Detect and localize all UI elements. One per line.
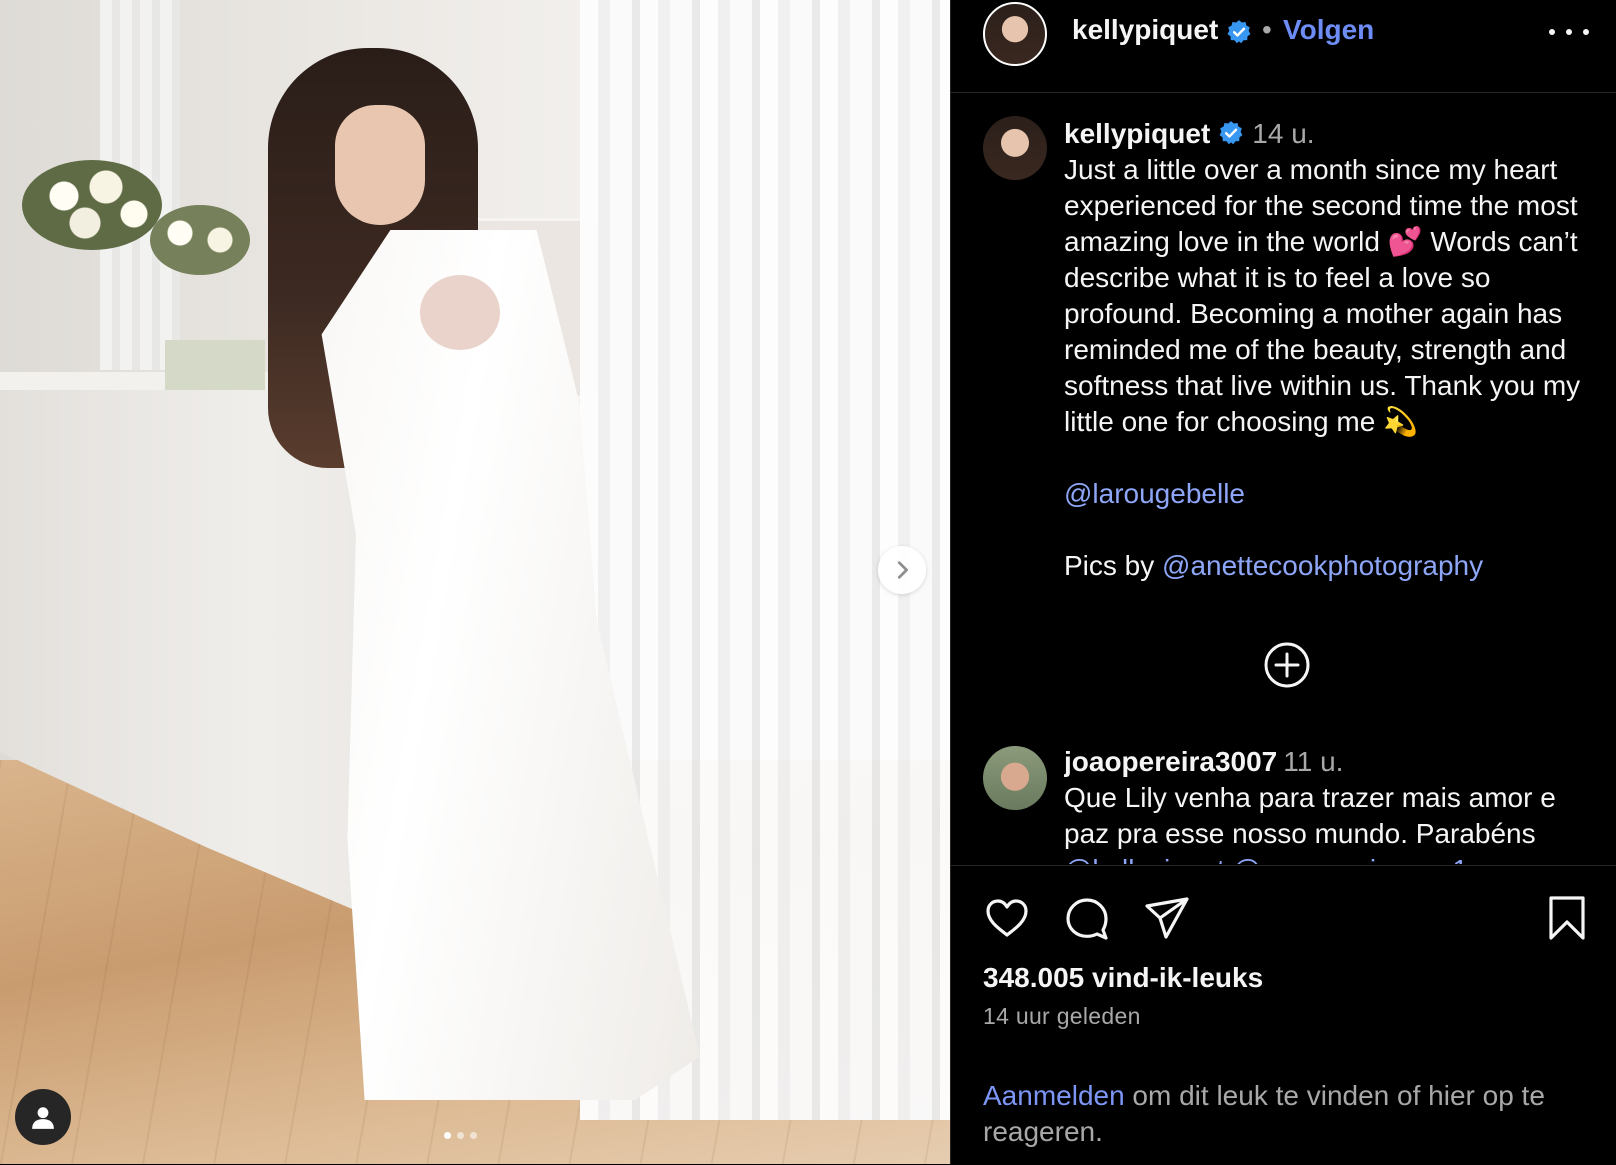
mention-link[interactable]: @kellypiquet @moraes_jose_a1	[1064, 854, 1468, 864]
photo-baby	[420, 275, 500, 350]
likes-count[interactable]: 348.005 vind-ik-leuks	[983, 962, 1263, 994]
bookmark-icon	[1549, 896, 1585, 940]
header-separator: •	[1262, 14, 1272, 45]
avatar[interactable]	[983, 746, 1047, 810]
mention-link[interactable]: @larougebelle	[1064, 478, 1245, 509]
photo-face	[335, 105, 425, 225]
plus-circle-icon	[1264, 642, 1310, 688]
caption-username[interactable]: kellypiquet	[1064, 118, 1210, 149]
comment-text: Que Lily venha para trazer mais amor e p…	[1064, 782, 1556, 849]
save-button[interactable]	[1543, 894, 1591, 942]
post-photo[interactable]	[0, 0, 950, 1164]
follow-button[interactable]: Volgen	[1283, 14, 1374, 46]
like-button[interactable]	[983, 894, 1031, 942]
mention-link[interactable]: @anettecookphotography	[1162, 550, 1483, 581]
post-header: kellypiquet • Volgen	[951, 0, 1616, 93]
comment-item: joaopereira3007 11 u. Que Lily venha para…	[1064, 744, 1594, 864]
speech-bubble-icon	[1066, 898, 1108, 940]
post-timestamp[interactable]: 14 uur geleden	[983, 1003, 1141, 1030]
tagged-users-button[interactable]	[15, 1089, 71, 1145]
photo-flowers	[22, 160, 162, 250]
more-options-icon	[1549, 29, 1555, 35]
avatar[interactable]	[983, 116, 1047, 180]
load-more-comments-button[interactable]	[1263, 641, 1311, 689]
login-link[interactable]: Aanmelden	[983, 1080, 1125, 1111]
comment-time[interactable]: 11 u.	[1283, 746, 1343, 777]
verified-badge-icon	[1227, 19, 1251, 43]
carousel-dot	[457, 1132, 464, 1139]
caption-text: Just a little over a month since my hear…	[1064, 154, 1581, 437]
carousel-next-button[interactable]	[878, 546, 926, 594]
login-prompt: Aanmelden om dit leuk te vinden of hier …	[983, 1078, 1583, 1150]
comment-button[interactable]	[1063, 894, 1111, 942]
post-caption: kellypiquet 14 u. Just a little over a m…	[1064, 116, 1594, 584]
comment-username[interactable]: joaopereira3007	[1064, 746, 1277, 777]
chevron-right-icon	[897, 561, 908, 579]
carousel-dot	[470, 1132, 477, 1139]
credit-prefix: Pics by	[1064, 550, 1163, 581]
post-side-panel: kellypiquet • Volgen kellypiquet 14 u. J…	[950, 0, 1616, 1165]
caption-time[interactable]: 14 u.	[1252, 118, 1314, 149]
heart-icon	[986, 899, 1028, 937]
avatar[interactable]	[983, 2, 1047, 66]
carousel-dot	[444, 1132, 451, 1139]
share-button[interactable]	[1143, 894, 1191, 942]
header-username[interactable]: kellypiquet	[1072, 14, 1218, 45]
carousel-indicator	[444, 1132, 477, 1139]
more-options-button[interactable]	[1549, 20, 1589, 44]
post-actions: 348.005 vind-ik-leuks 14 uur geleden Aan…	[951, 865, 1616, 1165]
verified-badge-icon	[1219, 120, 1243, 144]
person-icon	[32, 1107, 54, 1129]
paper-plane-icon	[1145, 897, 1189, 939]
